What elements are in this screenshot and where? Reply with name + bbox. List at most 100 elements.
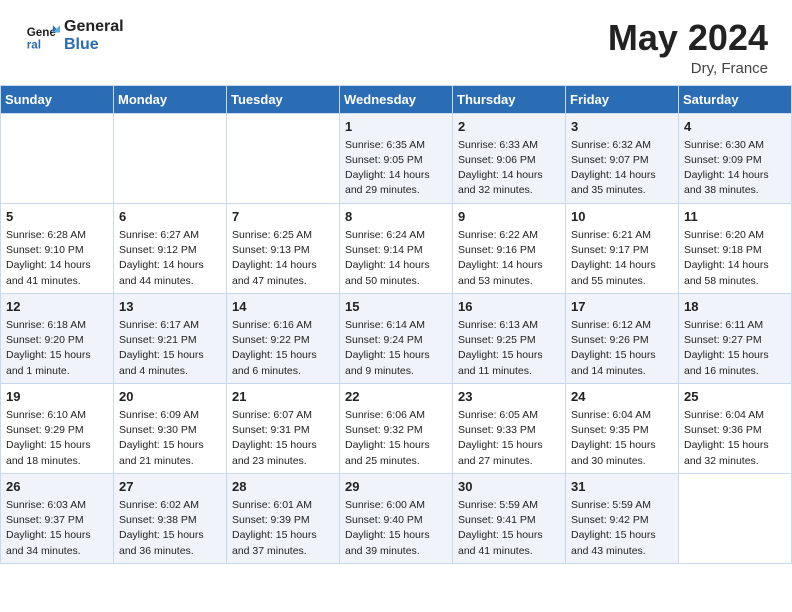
calendar-cell: 13 Sunrise: 6:17 AM Sunset: 9:21 PM Dayli…	[114, 293, 227, 383]
calendar-cell: 22 Sunrise: 6:06 AM Sunset: 9:32 PM Dayli…	[340, 383, 453, 473]
day-number: 6	[119, 208, 221, 226]
calendar-header-row: SundayMondayTuesdayWednesdayThursdayFrid…	[1, 85, 792, 113]
calendar-week-5: 26 Sunrise: 6:03 AM Sunset: 9:37 PM Dayli…	[1, 473, 792, 563]
calendar-cell: 19 Sunrise: 6:10 AM Sunset: 9:29 PM Dayli…	[1, 383, 114, 473]
day-number: 4	[684, 118, 786, 136]
logo-icon: Gene ral	[24, 18, 60, 54]
day-info: Sunrise: 6:21 AM Sunset: 9:17 PM Dayligh…	[571, 228, 673, 289]
calendar-cell: 1Sunrise: 6:35 AM Sunset: 9:05 PM Daylig…	[340, 113, 453, 203]
day-number: 30	[458, 478, 560, 496]
day-info: Sunrise: 6:01 AM Sunset: 9:39 PM Dayligh…	[232, 498, 334, 559]
calendar-cell	[227, 113, 340, 203]
calendar-cell: 15Sunrise: 6:14 AM Sunset: 9:24 PM Dayli…	[340, 293, 453, 383]
calendar-week-1: 1Sunrise: 6:35 AM Sunset: 9:05 PM Daylig…	[1, 113, 792, 203]
location: Dry, France	[608, 60, 768, 77]
calendar-cell: 8 Sunrise: 6:24 AM Sunset: 9:14 PM Daylig…	[340, 203, 453, 293]
svg-text:Gene: Gene	[27, 26, 57, 39]
day-number: 21	[232, 388, 334, 406]
calendar-cell: 25Sunrise: 6:04 AM Sunset: 9:36 PM Dayli…	[679, 383, 792, 473]
logo-text: General Blue	[64, 18, 124, 53]
calendar-cell	[1, 113, 114, 203]
calendar-cell: 10 Sunrise: 6:21 AM Sunset: 9:17 PM Dayli…	[566, 203, 679, 293]
day-number: 12	[6, 298, 108, 316]
day-info: Sunrise: 6:09 AM Sunset: 9:30 PM Dayligh…	[119, 408, 221, 469]
calendar-cell: 21 Sunrise: 6:07 AM Sunset: 9:31 PM Dayli…	[227, 383, 340, 473]
calendar-cell: 30 Sunrise: 5:59 AM Sunset: 9:41 PM Dayli…	[453, 473, 566, 563]
calendar-cell: 6Sunrise: 6:27 AM Sunset: 9:12 PM Daylig…	[114, 203, 227, 293]
calendar-cell: 31 Sunrise: 5:59 AM Sunset: 9:42 PM Dayli…	[566, 473, 679, 563]
logo-line1: General	[64, 18, 124, 35]
calendar-cell: 11 Sunrise: 6:20 AM Sunset: 9:18 PM Dayli…	[679, 203, 792, 293]
svg-text:ral: ral	[27, 39, 41, 52]
day-info: Sunrise: 6:03 AM Sunset: 9:37 PM Dayligh…	[6, 498, 108, 559]
day-header-wednesday: Wednesday	[340, 85, 453, 113]
day-info: Sunrise: 6:11 AM Sunset: 9:27 PM Dayligh…	[684, 318, 786, 379]
calendar-cell: 26 Sunrise: 6:03 AM Sunset: 9:37 PM Dayli…	[1, 473, 114, 563]
calendar-cell: 27Sunrise: 6:02 AM Sunset: 9:38 PM Dayli…	[114, 473, 227, 563]
day-info: Sunrise: 6:32 AM Sunset: 9:07 PM Dayligh…	[571, 138, 673, 199]
title-block: May 2024 Dry, France	[608, 18, 768, 77]
calendar-cell: 18 Sunrise: 6:11 AM Sunset: 9:27 PM Dayli…	[679, 293, 792, 383]
day-info: Sunrise: 5:59 AM Sunset: 9:42 PM Dayligh…	[571, 498, 673, 559]
day-number: 20	[119, 388, 221, 406]
calendar-table: SundayMondayTuesdayWednesdayThursdayFrid…	[0, 85, 792, 564]
calendar-week-4: 19 Sunrise: 6:10 AM Sunset: 9:29 PM Dayli…	[1, 383, 792, 473]
calendar-cell: 16 Sunrise: 6:13 AM Sunset: 9:25 PM Dayli…	[453, 293, 566, 383]
day-info: Sunrise: 6:22 AM Sunset: 9:16 PM Dayligh…	[458, 228, 560, 289]
day-number: 17	[571, 298, 673, 316]
day-info: Sunrise: 6:13 AM Sunset: 9:25 PM Dayligh…	[458, 318, 560, 379]
logo: Gene ral General Blue	[24, 18, 124, 54]
day-info: Sunrise: 6:28 AM Sunset: 9:10 PM Dayligh…	[6, 228, 108, 289]
calendar-cell: 20 Sunrise: 6:09 AM Sunset: 9:30 PM Dayli…	[114, 383, 227, 473]
day-number: 15	[345, 298, 447, 316]
day-info: Sunrise: 6:04 AM Sunset: 9:35 PM Dayligh…	[571, 408, 673, 469]
day-info: Sunrise: 6:24 AM Sunset: 9:14 PM Dayligh…	[345, 228, 447, 289]
calendar-cell	[114, 113, 227, 203]
day-number: 9	[458, 208, 560, 226]
day-info: Sunrise: 6:12 AM Sunset: 9:26 PM Dayligh…	[571, 318, 673, 379]
calendar-cell: 23Sunrise: 6:05 AM Sunset: 9:33 PM Dayli…	[453, 383, 566, 473]
day-number: 22	[345, 388, 447, 406]
day-number: 2	[458, 118, 560, 136]
day-number: 28	[232, 478, 334, 496]
day-number: 8	[345, 208, 447, 226]
calendar-cell: 7 Sunrise: 6:25 AM Sunset: 9:13 PM Daylig…	[227, 203, 340, 293]
calendar-cell	[679, 473, 792, 563]
day-info: Sunrise: 6:17 AM Sunset: 9:21 PM Dayligh…	[119, 318, 221, 379]
day-number: 18	[684, 298, 786, 316]
day-number: 1	[345, 118, 447, 136]
day-number: 26	[6, 478, 108, 496]
day-header-tuesday: Tuesday	[227, 85, 340, 113]
day-number: 10	[571, 208, 673, 226]
day-number: 5	[6, 208, 108, 226]
day-info: Sunrise: 6:30 AM Sunset: 9:09 PM Dayligh…	[684, 138, 786, 199]
day-header-saturday: Saturday	[679, 85, 792, 113]
day-number: 7	[232, 208, 334, 226]
month-year: May 2024	[608, 18, 768, 58]
day-info: Sunrise: 5:59 AM Sunset: 9:41 PM Dayligh…	[458, 498, 560, 559]
calendar-cell: 5 Sunrise: 6:28 AM Sunset: 9:10 PM Daylig…	[1, 203, 114, 293]
calendar-cell: 4 Sunrise: 6:30 AM Sunset: 9:09 PM Daylig…	[679, 113, 792, 203]
day-number: 13	[119, 298, 221, 316]
day-info: Sunrise: 6:05 AM Sunset: 9:33 PM Dayligh…	[458, 408, 560, 469]
day-info: Sunrise: 6:06 AM Sunset: 9:32 PM Dayligh…	[345, 408, 447, 469]
day-info: Sunrise: 6:25 AM Sunset: 9:13 PM Dayligh…	[232, 228, 334, 289]
day-number: 3	[571, 118, 673, 136]
day-number: 14	[232, 298, 334, 316]
calendar-cell: 9 Sunrise: 6:22 AM Sunset: 9:16 PM Daylig…	[453, 203, 566, 293]
day-number: 31	[571, 478, 673, 496]
day-header-monday: Monday	[114, 85, 227, 113]
day-info: Sunrise: 6:33 AM Sunset: 9:06 PM Dayligh…	[458, 138, 560, 199]
day-number: 11	[684, 208, 786, 226]
day-header-sunday: Sunday	[1, 85, 114, 113]
day-info: Sunrise: 6:18 AM Sunset: 9:20 PM Dayligh…	[6, 318, 108, 379]
day-info: Sunrise: 6:07 AM Sunset: 9:31 PM Dayligh…	[232, 408, 334, 469]
calendar-cell: 17 Sunrise: 6:12 AM Sunset: 9:26 PM Dayli…	[566, 293, 679, 383]
day-number: 16	[458, 298, 560, 316]
day-info: Sunrise: 6:10 AM Sunset: 9:29 PM Dayligh…	[6, 408, 108, 469]
day-number: 19	[6, 388, 108, 406]
day-header-friday: Friday	[566, 85, 679, 113]
day-info: Sunrise: 6:20 AM Sunset: 9:18 PM Dayligh…	[684, 228, 786, 289]
day-number: 24	[571, 388, 673, 406]
calendar-cell: 14Sunrise: 6:16 AM Sunset: 9:22 PM Dayli…	[227, 293, 340, 383]
